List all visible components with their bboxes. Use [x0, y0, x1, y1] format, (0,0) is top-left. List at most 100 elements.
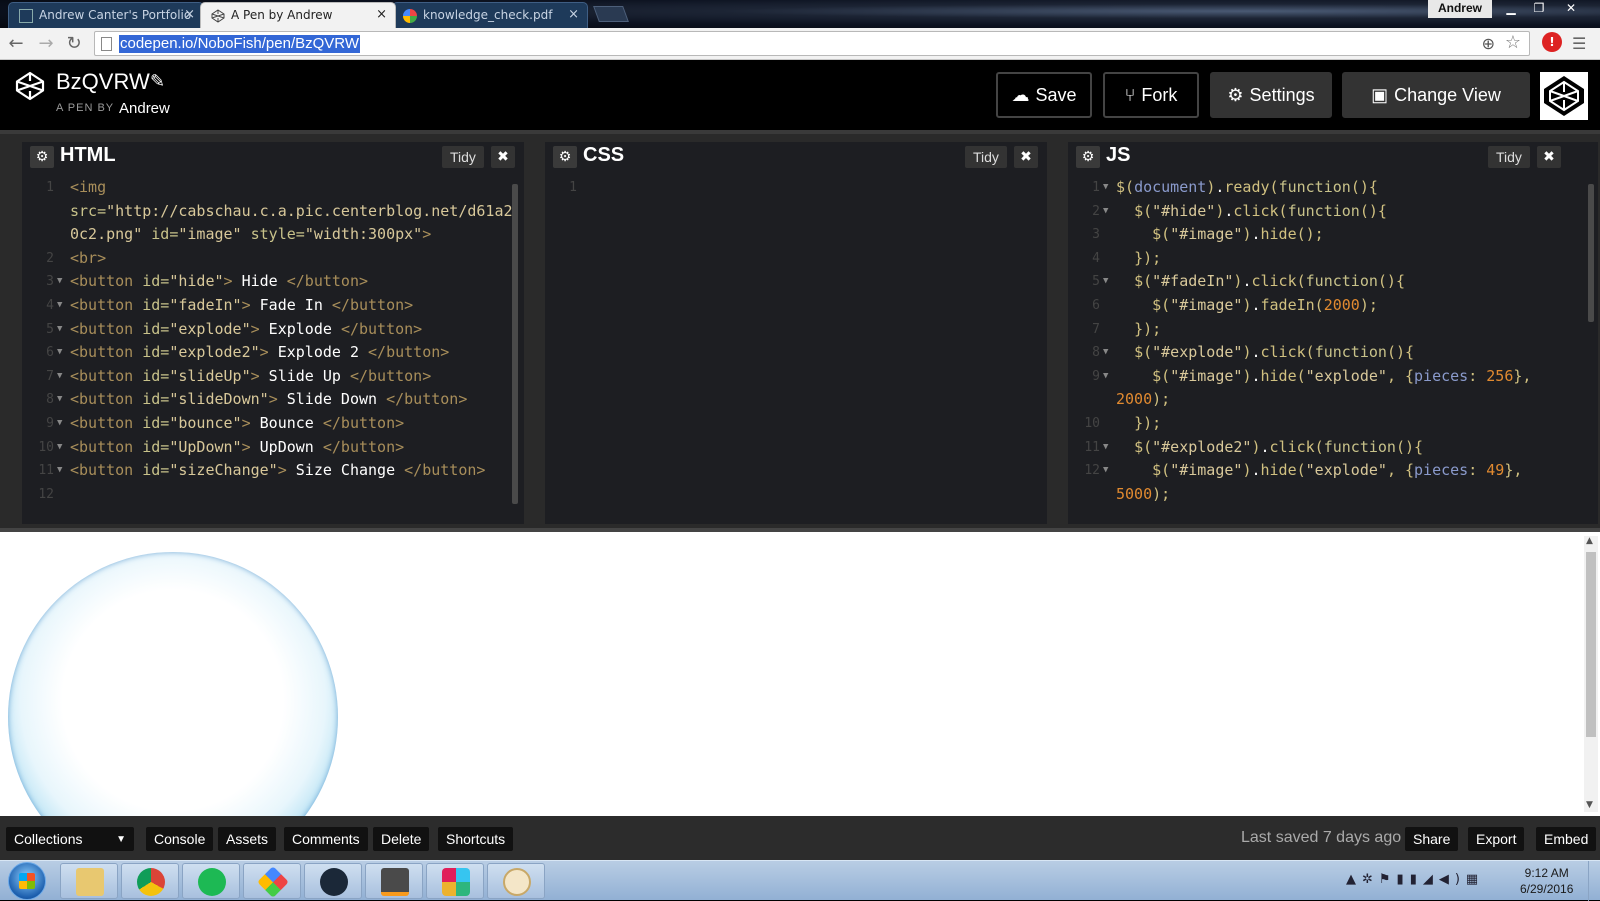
code-line[interactable]: src="http://cabschau.c.a.pic.centerblog.…	[22, 200, 524, 224]
spotify-icon[interactable]	[182, 863, 240, 899]
code-line[interactable]: 10 ▼ <button id="UpDown"> UpDown </button>	[22, 436, 524, 460]
html-settings-gear-icon[interactable]: ⚙	[30, 146, 54, 168]
css-tidy-button[interactable]: Tidy	[965, 146, 1007, 168]
html-editor-scrollbar[interactable]	[512, 184, 518, 504]
code-line[interactable]: 12 ▼ $("#image").hide("explode", {pieces:…	[1068, 459, 1598, 483]
html-tidy-button[interactable]: Tidy	[442, 146, 484, 168]
js-editor-scrollbar[interactable]	[1588, 184, 1594, 322]
code-line[interactable]: 7 ▼ <button id="slideUp"> Slide Up </butto…	[22, 365, 524, 389]
forward-icon[interactable]: →	[34, 32, 58, 56]
console-button[interactable]: Console	[146, 827, 214, 851]
show-desktop-button[interactable]	[1588, 861, 1600, 901]
zoom-icon[interactable]: ⊕	[1482, 34, 1495, 53]
js-tidy-button[interactable]: Tidy	[1488, 146, 1530, 168]
code-line[interactable]: 1	[545, 176, 1047, 200]
code-line[interactable]: 1 <img	[22, 176, 524, 200]
fork-button[interactable]: ⑂ Fork	[1103, 72, 1199, 118]
code-line[interactable]: 3 ▼ <button id="hide"> Hide </button>	[22, 270, 524, 294]
css-settings-gear-icon[interactable]: ⚙	[553, 146, 577, 168]
js-code-editor[interactable]: 1 ▼ $(document).ready(function(){2 ▼ $("#hi…	[1068, 176, 1598, 524]
back-icon[interactable]: ←	[4, 32, 28, 56]
code-line[interactable]: 0c2.png" id="image" style="width:300px">	[22, 223, 524, 247]
fold-arrow-icon[interactable]: ▼	[1103, 459, 1108, 483]
pen-author-link[interactable]: Andrew	[119, 100, 170, 117]
settings-button[interactable]: ⚙ Settings	[1210, 72, 1332, 118]
close-tab-icon[interactable]: ×	[184, 7, 195, 22]
close-tab-icon[interactable]: ×	[568, 7, 579, 22]
system-tray-icons[interactable]: ▲✲⚑▮▮◢◀)▦	[1346, 872, 1484, 887]
code-line[interactable]: 8 ▼ $("#explode").click(function(){	[1068, 341, 1598, 365]
shortcuts-button[interactable]: Shortcuts	[438, 827, 514, 851]
fold-arrow-icon[interactable]: ▼	[1103, 341, 1108, 365]
change-view-button[interactable]: ▣ Change View	[1342, 72, 1530, 118]
fold-arrow-icon[interactable]: ▼	[57, 318, 62, 342]
fold-arrow-icon[interactable]: ▼	[1103, 176, 1108, 200]
code-line[interactable]: 12	[22, 483, 524, 507]
fold-arrow-icon[interactable]: ▼	[57, 365, 62, 389]
code-line[interactable]: 4 });	[1068, 247, 1598, 271]
code-line[interactable]: 2 ▼ $("#hide").click(function(){	[1068, 200, 1598, 224]
url-text[interactable]: codepen.io/NoboFish/pen/BzQVRW	[119, 35, 361, 53]
taskbar-clock[interactable]: 9:12 AM 6/29/2016	[1520, 865, 1573, 897]
profile-badge[interactable]: Andrew	[1427, 0, 1492, 18]
edit-pencil-icon[interactable]: ✎	[150, 71, 165, 92]
fold-arrow-icon[interactable]: ▼	[57, 388, 62, 412]
css-code-editor[interactable]: 1	[545, 176, 1047, 524]
close-tab-icon[interactable]: ×	[376, 7, 387, 22]
extension-icon[interactable]: !	[1542, 32, 1562, 52]
code-line[interactable]: 6 ▼ <button id="explode2"> Explode 2 </but…	[22, 341, 524, 365]
start-button-icon[interactable]	[8, 862, 46, 900]
paint-icon[interactable]	[487, 863, 545, 899]
result-preview[interactable]: ▲ ▼	[0, 528, 1600, 816]
scroll-up-arrow-icon[interactable]: ▲	[1586, 536, 1593, 546]
html-code-editor[interactable]: 1 <img src="http://cabschau.c.a.pic.center…	[22, 176, 524, 524]
code-line[interactable]: 11 ▼ <button id="sizeChange"> Size Change …	[22, 459, 524, 483]
code-line[interactable]: 7 });	[1068, 318, 1598, 342]
embed-button[interactable]: Embed	[1536, 827, 1597, 851]
share-button[interactable]: Share	[1405, 827, 1459, 851]
codepen-logo-icon[interactable]	[14, 70, 46, 102]
slack-icon[interactable]	[426, 863, 484, 899]
code-line[interactable]: 6 $("#image").fadeIn(2000);	[1068, 294, 1598, 318]
new-tab-button[interactable]	[593, 6, 629, 22]
fold-arrow-icon[interactable]: ▼	[57, 270, 62, 294]
menu-icon[interactable]: ☰	[1572, 34, 1586, 53]
browser-tab-portfolio[interactable]: Andrew Canter's Portfolio ×	[8, 2, 204, 28]
assets-button[interactable]: Assets	[218, 827, 277, 851]
js-settings-gear-icon[interactable]: ⚙	[1076, 146, 1100, 168]
css-collapse-close-icon[interactable]: ✖	[1014, 146, 1038, 168]
preview-scrollbar-thumb[interactable]	[1586, 552, 1596, 737]
pen-title[interactable]: BzQVRW	[56, 69, 150, 95]
code-line[interactable]: 10 });	[1068, 412, 1598, 436]
fold-arrow-icon[interactable]: ▼	[1103, 365, 1108, 389]
code-line[interactable]: 9 ▼ <button id="bounce"> Bounce </button>	[22, 412, 524, 436]
sublime-text-icon[interactable]	[365, 863, 423, 899]
fold-arrow-icon[interactable]: ▼	[57, 412, 62, 436]
code-line[interactable]: 2 <br>	[22, 247, 524, 271]
reload-icon[interactable]: ↻	[62, 32, 86, 56]
code-line[interactable]: 8 ▼ <button id="slideDown"> Slide Down </b…	[22, 388, 524, 412]
html-collapse-close-icon[interactable]: ✖	[491, 146, 515, 168]
export-button[interactable]: Export	[1468, 827, 1525, 851]
code-line[interactable]: 2000);	[1068, 388, 1598, 412]
code-line[interactable]: 11 ▼ $("#explode2").click(function(){	[1068, 436, 1598, 460]
browser-tab-pdf[interactable]: knowledge_check.pdf ×	[392, 2, 588, 28]
code-line[interactable]: 5 ▼ $("#fadeIn").click(function(){	[1068, 270, 1598, 294]
steam-icon[interactable]	[304, 863, 362, 899]
code-line[interactable]: 1 ▼ $(document).ready(function(){	[1068, 176, 1598, 200]
code-line[interactable]: 5 ▼ <button id="explode"> Explode </button…	[22, 318, 524, 342]
restore-icon[interactable]: ❐	[1526, 0, 1552, 18]
palette-app-icon[interactable]	[243, 863, 301, 899]
code-line[interactable]: 4 ▼ <button id="fadeIn"> Fade In </button>	[22, 294, 524, 318]
code-line[interactable]: 3 $("#image").hide();	[1068, 223, 1598, 247]
fold-arrow-icon[interactable]: ▼	[1103, 270, 1108, 294]
fold-arrow-icon[interactable]: ▼	[57, 459, 62, 483]
minimize-icon[interactable]: ▁	[1498, 0, 1524, 18]
address-bar[interactable]: codepen.io/NoboFish/pen/BzQVRW ⊕ ☆	[94, 31, 1530, 56]
comments-button[interactable]: Comments	[284, 827, 368, 851]
avatar[interactable]	[1540, 72, 1588, 120]
code-line[interactable]: 9 ▼ $("#image").hide("explode", {pieces: …	[1068, 365, 1598, 389]
delete-button[interactable]: Delete	[373, 827, 430, 851]
fold-arrow-icon[interactable]: ▼	[57, 341, 62, 365]
fold-arrow-icon[interactable]: ▼	[1103, 200, 1108, 224]
